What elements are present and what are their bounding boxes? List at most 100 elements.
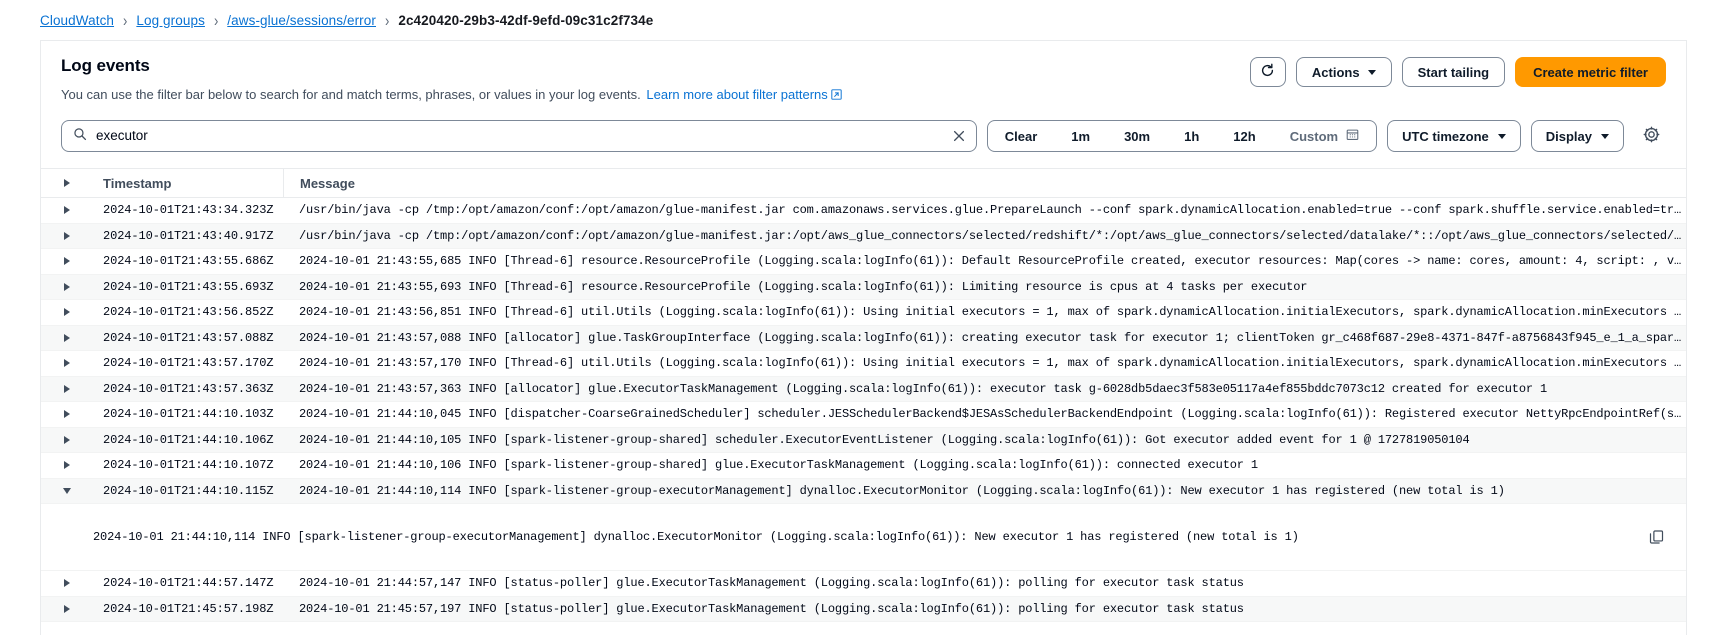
row-expand-toggle[interactable] <box>41 308 93 316</box>
start-tailing-button[interactable]: Start tailing <box>1402 57 1506 87</box>
time-range-clear[interactable]: Clear <box>988 121 1055 151</box>
expanded-event-text: 2024-10-01 21:44:10,114 INFO [spark-list… <box>41 530 1299 544</box>
display-button[interactable]: Display <box>1531 120 1624 152</box>
search-input-value: executor <box>96 121 943 151</box>
cell-timestamp: 2024-10-01T21:43:56.852Z <box>93 300 283 325</box>
table-row[interactable]: 2024-10-01T21:43:55.693Z2024-10-01 21:43… <box>41 275 1686 301</box>
message-text: 2024-10-01 21:43:57,363 INFO [allocator]… <box>299 377 1686 402</box>
cell-timestamp: 2024-10-01T21:44:10.103Z <box>93 402 283 427</box>
table-row[interactable]: 2024-10-01T21:43:57.363Z 2024-10-01 21:43… <box>41 377 1686 403</box>
message-text: 2024-10-01 21:44:10,114 INFO [spark-list… <box>299 479 1686 504</box>
table-row[interactable]: 2024-10-01T21:44:10.106Z2024-10-01 21:44… <box>41 428 1686 454</box>
table-row[interactable]: 2024-10-01T21:43:57.088Z 2024-10-01 21:43… <box>41 326 1686 352</box>
panel-description: You can use the filter bar below to sear… <box>61 86 842 105</box>
column-header-timestamp: Timestamp <box>93 169 283 197</box>
row-expand-toggle[interactable] <box>41 334 93 342</box>
table-header-row: Timestamp Message <box>41 169 1686 198</box>
time-range-group: Clear 1m 30m 1h 12h Custom <box>987 120 1377 152</box>
expand-all-toggle[interactable] <box>41 179 93 187</box>
time-range-1h[interactable]: 1h <box>1167 121 1216 151</box>
breadcrumb-item-1[interactable]: Log groups <box>136 13 205 28</box>
cell-message: 2024-10-01 21:43:57,170 INFO [Thread-6] … <box>283 351 1686 376</box>
row-expand-toggle[interactable] <box>41 410 93 418</box>
time-range-custom[interactable]: Custom <box>1273 121 1376 151</box>
time-range-30m[interactable]: 30m <box>1107 121 1167 151</box>
row-expand-toggle[interactable] <box>41 206 93 214</box>
chevron-right-icon <box>64 579 70 587</box>
row-expand-toggle[interactable] <box>41 488 93 494</box>
row-expand-toggle[interactable] <box>41 436 93 444</box>
search-input[interactable]: executor <box>61 120 977 152</box>
table-row[interactable]: 2024-10-01T21:44:10.103Z 2024-10-01 21:44… <box>41 402 1686 428</box>
chevron-down-icon <box>1368 70 1376 75</box>
table-row[interactable]: 2024-10-01T21:43:57.170Z 2024-10-01 21:43… <box>41 351 1686 377</box>
learn-more-link[interactable]: Learn more about filter patterns <box>646 87 841 102</box>
table-row[interactable]: 2024-10-01T21:44:10.115Z2024-10-01 21:44… <box>41 479 1686 505</box>
row-expand-toggle[interactable] <box>41 385 93 393</box>
time-range-12h[interactable]: 12h <box>1216 121 1272 151</box>
message-text: 2024-10-01 21:44:57,147 INFO [status-pol… <box>299 571 1686 596</box>
copy-icon[interactable] <box>1649 530 1664 545</box>
gear-icon <box>1643 126 1660 146</box>
cell-timestamp: 2024-10-01T21:44:10.107Z <box>93 453 283 478</box>
table-row[interactable]: 2024-10-01T21:43:40.917Z/usr/bin/java -c… <box>41 224 1686 250</box>
cell-message: 2024-10-01 21:43:57,363 INFO [allocator]… <box>283 377 1686 402</box>
timezone-select[interactable]: UTC timezone <box>1387 120 1521 152</box>
time-range-1m[interactable]: 1m <box>1054 121 1107 151</box>
refresh-button[interactable] <box>1250 57 1286 87</box>
filter-row: executor Clear 1m 30m 1h 12h Custom <box>61 120 1666 152</box>
panel-description-text: You can use the filter bar below to sear… <box>61 87 641 102</box>
clear-search-icon[interactable] <box>952 129 966 143</box>
cell-timestamp: 2024-10-01T21:43:57.363Z <box>93 377 283 402</box>
header-actions: Actions Start tailing Create metric filt… <box>1250 55 1666 87</box>
message-text: 2024-10-01 21:43:57,170 INFO [Thread-6] … <box>299 351 1686 376</box>
search-icon <box>73 127 87 146</box>
cell-message: 2024-10-01 21:44:10,045 INFO [dispatcher… <box>283 402 1686 427</box>
cell-message: 2024-10-01 21:43:55,693 INFO [Thread-6] … <box>283 275 1686 300</box>
learn-more-label: Learn more about filter patterns <box>646 87 827 102</box>
message-text: 2024-10-01 21:43:57,088 INFO [allocator]… <box>299 326 1686 351</box>
timezone-label: UTC timezone <box>1402 129 1489 144</box>
table-row[interactable]: 2024-10-01T21:43:55.686Z2024-10-01 21:43… <box>41 249 1686 275</box>
create-metric-filter-button[interactable]: Create metric filter <box>1515 57 1666 87</box>
row-expand-toggle[interactable] <box>41 461 93 469</box>
panel-heading-block: Log events You can use the filter bar be… <box>61 55 842 105</box>
chevron-right-icon <box>64 334 70 342</box>
table-row[interactable]: 2024-10-01T21:44:10.107Z 2024-10-01 21:44… <box>41 453 1686 479</box>
message-text: 2024-10-01 21:44:10,045 INFO [dispatcher… <box>299 402 1686 427</box>
message-text: 2024-10-01 21:44:10,106 INFO [spark-list… <box>299 453 1686 478</box>
chevron-down-icon <box>63 488 71 494</box>
page-title: Log events <box>61 55 842 77</box>
row-expand-toggle[interactable] <box>41 232 93 240</box>
row-expand-toggle[interactable] <box>41 359 93 367</box>
actions-button[interactable]: Actions <box>1296 57 1392 87</box>
table-row[interactable]: 2024-10-01T21:43:34.323Z/usr/bin/java -c… <box>41 198 1686 224</box>
settings-button[interactable] <box>1636 120 1666 152</box>
cell-timestamp: 2024-10-01T21:43:57.170Z <box>93 351 283 376</box>
table-row[interactable]: 2024-10-01T21:43:56.852Z2024-10-01 21:43… <box>41 300 1686 326</box>
breadcrumb-item-0[interactable]: CloudWatch <box>40 13 114 28</box>
cell-message: 2024-10-01 21:44:10,114 INFO [spark-list… <box>283 479 1686 504</box>
row-expand-toggle[interactable] <box>41 605 93 613</box>
row-expand-toggle[interactable] <box>41 283 93 291</box>
table-row[interactable]: 2024-10-01T21:44:57.147Z2024-10-01 21:44… <box>41 571 1686 597</box>
table-body: 2024-10-01T21:43:34.323Z/usr/bin/java -c… <box>41 198 1686 622</box>
table-row[interactable]: 2024-10-01T21:45:57.198Z2024-10-01 21:45… <box>41 597 1686 623</box>
cell-timestamp: 2024-10-01T21:43:57.088Z <box>93 326 283 351</box>
cell-timestamp: 2024-10-01T21:45:57.198Z <box>93 597 283 622</box>
chevron-right-icon <box>64 308 70 316</box>
display-label: Display <box>1546 129 1592 144</box>
cell-message: /usr/bin/java -cp /tmp:/opt/amazon/conf:… <box>283 224 1686 249</box>
breadcrumb-item-3: 2c420420-29b3-42df-9efd-09c31c2f734e <box>398 13 653 28</box>
cell-timestamp: 2024-10-01T21:43:34.323Z <box>93 198 283 223</box>
cell-message: 2024-10-01 21:43:57,088 INFO [allocator]… <box>283 326 1686 351</box>
breadcrumb-item-2[interactable]: /aws-glue/sessions/error <box>227 13 376 28</box>
chevron-right-icon <box>64 410 70 418</box>
cell-message: 2024-10-01 21:43:56,851 INFO [Thread-6] … <box>283 300 1686 325</box>
chevron-right-icon <box>64 605 70 613</box>
row-expand-toggle[interactable] <box>41 257 93 265</box>
create-metric-filter-label: Create metric filter <box>1533 65 1648 80</box>
chevron-down-icon <box>1601 134 1609 139</box>
row-expand-toggle[interactable] <box>41 579 93 587</box>
breadcrumb: CloudWatch›Log groups›/aws-glue/sessions… <box>0 0 1730 40</box>
